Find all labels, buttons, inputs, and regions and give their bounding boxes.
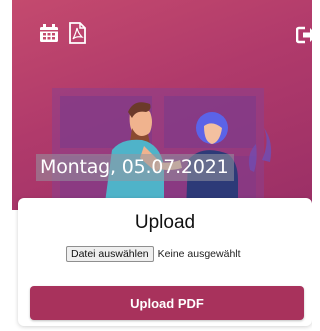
upload-card: Upload Datei auswählen Keine ausgewählt … <box>18 198 312 326</box>
file-pdf-icon[interactable] <box>66 22 88 44</box>
date-label: Montag, 05.07.2021 <box>36 154 235 181</box>
calendar-icon[interactable] <box>38 22 60 44</box>
header-banner: Montag, 05.07.2021 <box>12 0 312 210</box>
app-screen: Montag, 05.07.2021 Upload Datei auswähle… <box>0 0 312 331</box>
file-status-text: Keine ausgewählt <box>157 248 241 260</box>
upload-pdf-button[interactable]: Upload PDF <box>30 286 304 320</box>
header-toolbar <box>38 22 88 44</box>
file-input: Datei auswählen Keine ausgewählt <box>66 246 241 262</box>
sign-out-icon[interactable] <box>295 26 312 44</box>
upload-title: Upload <box>134 212 196 233</box>
choose-file-button[interactable]: Datei auswählen <box>66 246 154 262</box>
